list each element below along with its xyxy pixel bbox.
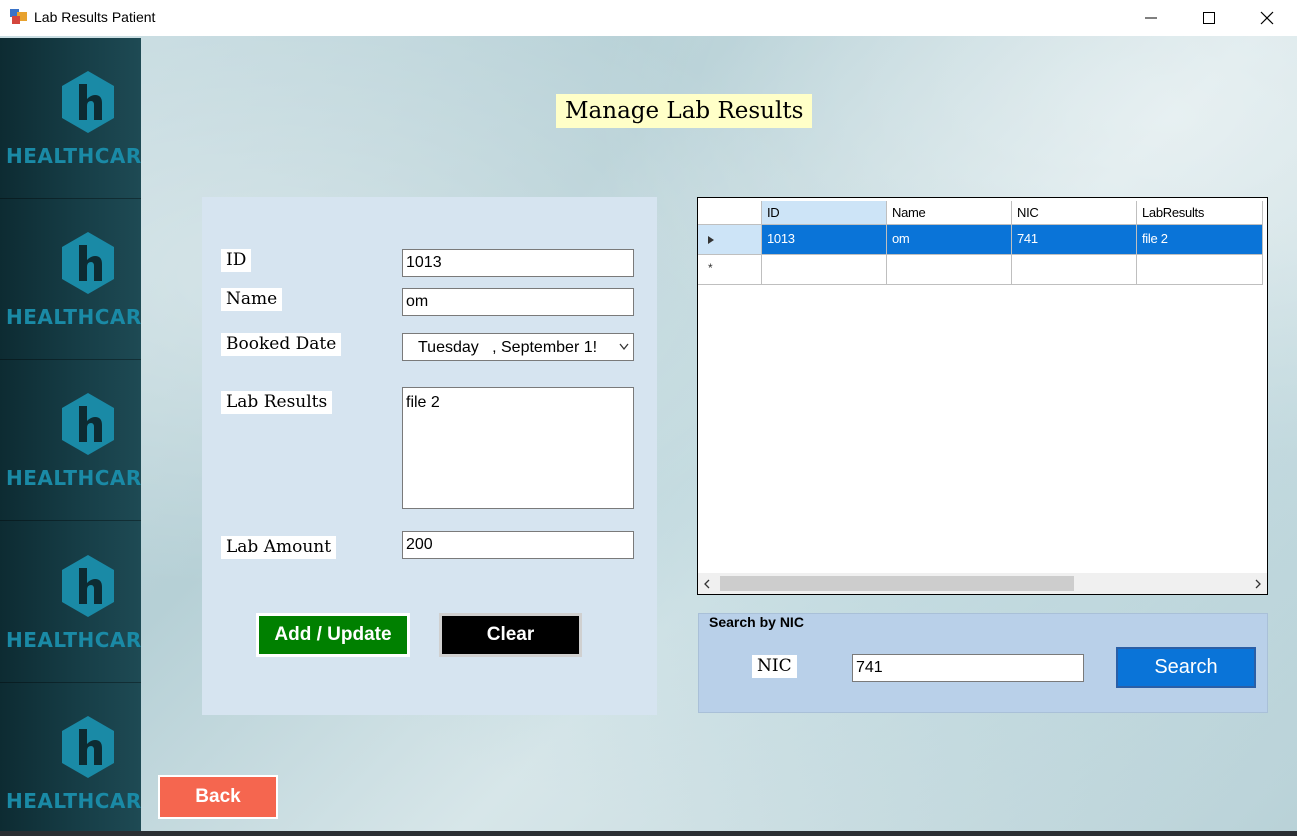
scroll-left-arrow[interactable]: [698, 573, 716, 594]
id-input[interactable]: 1013: [402, 249, 634, 277]
nic-label: NIC: [752, 655, 797, 678]
healthcare-logo-icon: [62, 555, 114, 617]
window-titlebar: Lab Results Patient: [0, 0, 1297, 36]
new-row-asterisk-icon: *: [708, 261, 713, 275]
column-header-labresults[interactable]: LabResults: [1137, 201, 1263, 225]
maximize-button[interactable]: [1180, 0, 1238, 36]
sidebar: HEALTHCARE HEALTHCARE HEALTHCARE HEALTHC…: [0, 38, 141, 831]
search-button-label: Search: [1154, 656, 1218, 678]
table-cell[interactable]: 1013: [762, 225, 887, 255]
table-cell[interactable]: file 2: [1137, 225, 1263, 255]
lab-results-grid[interactable]: ID Name NIC LabResults 1013 om 741 file …: [697, 197, 1268, 595]
chevron-down-icon[interactable]: [615, 334, 633, 360]
nic-search-input[interactable]: 741: [852, 654, 1084, 682]
brand-logo: HEALTHCARE: [0, 199, 141, 360]
name-label: Name: [221, 288, 283, 311]
brand-name: HEALTHCARE: [6, 144, 141, 168]
brand-name: HEALTHCARE: [6, 789, 141, 813]
table-cell[interactable]: [762, 255, 887, 285]
horizontal-scrollbar[interactable]: [698, 573, 1267, 594]
column-header-id[interactable]: ID: [762, 201, 887, 225]
back-button-label: Back: [160, 777, 276, 817]
grid-corner-header: [698, 201, 762, 225]
back-button[interactable]: Back: [158, 775, 278, 819]
healthcare-logo-icon: [62, 716, 114, 778]
lab-results-textarea[interactable]: file 2: [402, 387, 634, 509]
table-cell[interactable]: om: [887, 225, 1012, 255]
table-cell[interactable]: [1137, 255, 1263, 285]
add-update-button[interactable]: Add / Update: [256, 613, 410, 657]
clear-button-label: Clear: [442, 616, 579, 654]
healthcare-logo-icon: [62, 232, 114, 294]
current-row-arrow-icon: [708, 236, 714, 244]
brand-logo: HEALTHCARE: [0, 683, 141, 831]
booked-date-picker[interactable]: Tuesday , September 1!: [402, 333, 634, 361]
add-update-button-label: Add / Update: [259, 616, 407, 654]
window-title: Lab Results Patient: [34, 9, 156, 25]
close-icon: [1260, 11, 1274, 25]
clear-button[interactable]: Clear: [439, 613, 582, 657]
chevron-left-icon: [704, 579, 710, 589]
brand-name: HEALTHCARE: [6, 628, 141, 652]
brand-name: HEALTHCARE: [6, 466, 141, 490]
column-header-name[interactable]: Name: [887, 201, 1012, 225]
minimize-icon: [1145, 17, 1157, 19]
table-cell[interactable]: 741: [1012, 225, 1137, 255]
booked-date-label: Booked Date: [221, 333, 342, 356]
lab-amount-input[interactable]: 200: [402, 531, 634, 559]
column-header-nic[interactable]: NIC: [1012, 201, 1137, 225]
taskbar-edge: [0, 831, 1297, 836]
healthcare-logo-icon: [62, 393, 114, 455]
new-row-header[interactable]: *: [698, 255, 762, 285]
id-label: ID: [221, 249, 252, 272]
brand-logo: HEALTHCARE: [0, 360, 141, 521]
name-input[interactable]: om: [402, 288, 634, 316]
brand-logo: HEALTHCARE: [0, 38, 141, 199]
table-cell[interactable]: [887, 255, 1012, 285]
brand-logo: HEALTHCARE: [0, 522, 141, 683]
scrollbar-thumb[interactable]: [720, 576, 1074, 591]
page-title: Manage Lab Results: [556, 94, 813, 128]
minimize-button[interactable]: [1122, 0, 1180, 36]
search-button[interactable]: Search: [1116, 647, 1256, 688]
maximize-icon: [1203, 12, 1215, 24]
close-window-button[interactable]: [1238, 0, 1296, 36]
row-header[interactable]: [698, 225, 762, 255]
healthcare-logo-icon: [62, 71, 114, 133]
scroll-right-arrow[interactable]: [1249, 573, 1267, 594]
table-cell[interactable]: [1012, 255, 1137, 285]
chevron-right-icon: [1255, 579, 1261, 589]
lab-results-label: Lab Results: [221, 391, 333, 414]
lab-amount-label: Lab Amount: [221, 536, 337, 559]
search-group-title: Search by NIC: [709, 614, 804, 630]
app-window-icon: [10, 9, 27, 24]
brand-name: HEALTHCARE: [6, 305, 141, 329]
booked-date-value: Tuesday , September 1!: [418, 339, 598, 356]
